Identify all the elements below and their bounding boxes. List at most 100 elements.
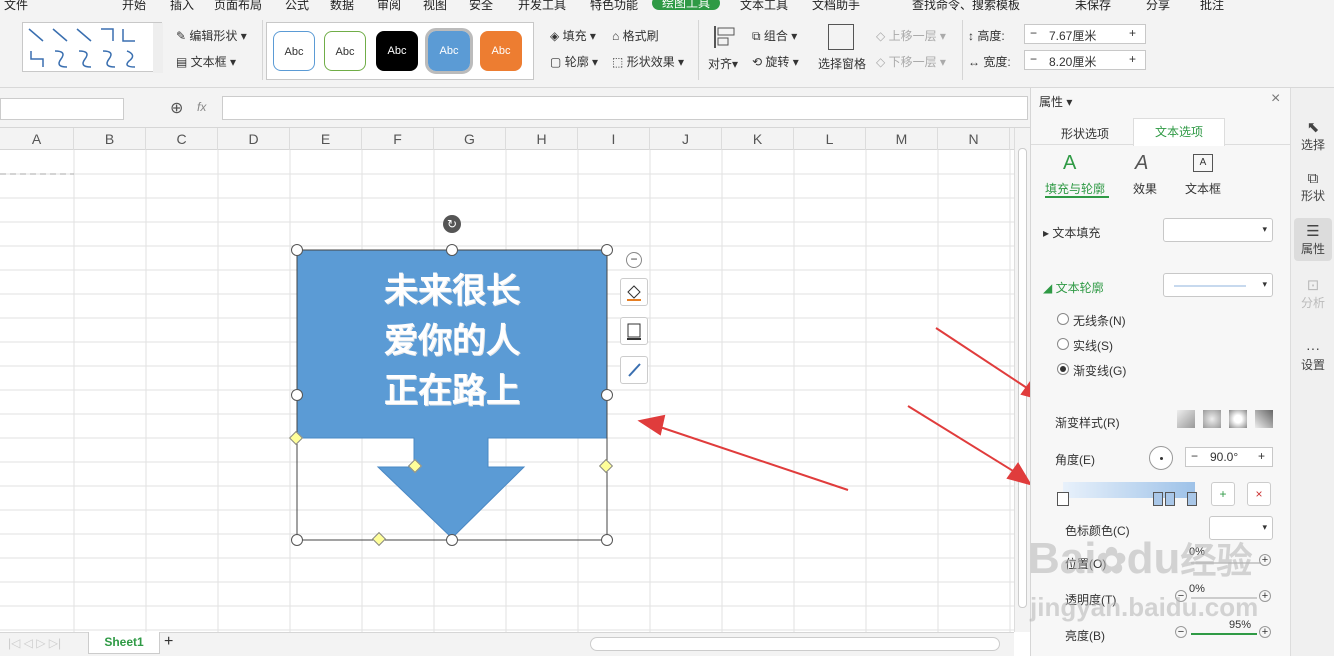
sidebar-properties[interactable]: ☰ 属性 (1294, 218, 1332, 261)
sheet-nav-arrows-icon[interactable]: |◁ ◁ ▷ ▷| (8, 636, 61, 650)
angle-stepper[interactable]: − 90.0° + (1185, 447, 1273, 467)
name-box[interactable] (0, 98, 124, 120)
radio-gradient-line[interactable] (1057, 363, 1069, 375)
gradient-stop[interactable] (1165, 492, 1175, 506)
column-header[interactable]: F (362, 128, 434, 150)
menu-item-doc-assistant[interactable]: 文档助手 (812, 0, 860, 13)
bring-forward-button[interactable]: ◇ 上移一层 ▾ (876, 27, 946, 44)
unsaved-status[interactable]: 未保存 (1075, 0, 1111, 13)
gradient-rect-icon[interactable] (1229, 410, 1247, 428)
gradient-stop[interactable] (1187, 492, 1197, 506)
resize-handle[interactable] (291, 534, 303, 546)
gradient-stop[interactable] (1153, 492, 1163, 506)
height-stepper[interactable]: − 7.67厘米 + (1024, 24, 1146, 44)
text-fill-dropdown[interactable]: ▾ (1163, 218, 1273, 242)
outline-button[interactable]: ▢ 轮廓 ▾ (550, 53, 598, 70)
menu-item-security[interactable]: 安全 (469, 0, 493, 13)
tab-shape-options[interactable]: 形状选项 (1061, 125, 1109, 142)
group-button[interactable]: ⧉ 组合 ▾ (752, 27, 797, 44)
column-header[interactable]: M (866, 128, 938, 150)
width-input[interactable]: 8.20厘米 (1049, 53, 1096, 70)
shape-gallery[interactable] (22, 22, 163, 73)
add-sheet-button[interactable]: + (164, 633, 173, 651)
height-increase-button[interactable]: + (1129, 26, 1136, 40)
style-fill-orange[interactable]: Abc (480, 31, 522, 71)
resize-handle[interactable] (601, 389, 613, 401)
resize-handle[interactable] (291, 389, 303, 401)
send-backward-button[interactable]: ◇ 下移一层 ▾ (876, 53, 946, 70)
style-outline-blue[interactable]: Abc (273, 31, 315, 71)
transparency-increase-button[interactable]: + (1259, 590, 1271, 602)
menu-item-layout[interactable]: 页面布局 (214, 0, 262, 13)
text-fill-section[interactable]: ▸ 文本填充 (1043, 224, 1100, 241)
fx-icon[interactable]: fx (197, 100, 206, 114)
column-header[interactable]: I (578, 128, 650, 150)
menu-item-view[interactable]: 视图 (423, 0, 447, 13)
sidebar-settings[interactable]: ··· 设置 (1291, 340, 1334, 373)
angle-dial-icon[interactable] (1149, 446, 1173, 470)
horizontal-scrollbar[interactable] (590, 637, 1000, 651)
shape-effects-button[interactable]: ⬚ 形状效果 ▾ (612, 53, 684, 70)
resize-handle[interactable] (446, 534, 458, 546)
column-header[interactable]: J (650, 128, 722, 150)
brightness-slider[interactable] (1191, 633, 1257, 635)
menu-item-data[interactable]: 数据 (330, 0, 354, 13)
remove-stop-icon[interactable]: × (1247, 482, 1271, 506)
share-button[interactable]: 分享 (1146, 0, 1170, 13)
subtab-textbox[interactable]: 文本框 (1185, 180, 1221, 197)
column-header[interactable]: H (506, 128, 578, 150)
collapse-icon[interactable]: − (626, 252, 642, 268)
column-header[interactable]: G (434, 128, 506, 150)
radio-solid-line[interactable] (1057, 338, 1069, 350)
format-painter-button[interactable]: ⌂ 格式刷 (612, 27, 659, 44)
text-outline-dropdown[interactable]: ▾ (1163, 273, 1273, 297)
quick-fill-icon[interactable] (620, 278, 648, 306)
column-header[interactable]: A (0, 128, 74, 150)
menu-item-insert[interactable]: 插入 (170, 0, 194, 13)
zoom-icon[interactable]: ⊕ (170, 98, 183, 118)
subtab-effects[interactable]: 效果 (1133, 180, 1157, 197)
width-stepper[interactable]: − 8.20厘米 + (1024, 50, 1146, 70)
angle-increase-button[interactable]: + (1258, 449, 1265, 463)
column-header[interactable]: N (938, 128, 1010, 150)
width-increase-button[interactable]: + (1129, 52, 1136, 66)
tab-text-options[interactable]: 文本选项 (1133, 118, 1225, 146)
add-stop-icon[interactable]: + (1211, 482, 1235, 506)
menu-item-developer[interactable]: 开发工具 (518, 0, 566, 13)
resize-handle[interactable] (601, 534, 613, 546)
selection-pane-button[interactable]: 选择窗格 (818, 55, 866, 72)
resize-handle[interactable] (601, 244, 613, 256)
sidebar-shape[interactable]: ⧉ 形状 (1291, 170, 1334, 204)
style-outline-green[interactable]: Abc (324, 31, 366, 71)
style-fill-black[interactable]: Abc (376, 31, 418, 71)
style-fill-blue[interactable]: Abc (425, 28, 473, 74)
position-increase-button[interactable]: + (1259, 554, 1271, 566)
menu-tab-drawing-tools[interactable]: 绘图工具 (652, 0, 721, 10)
resize-handle[interactable] (446, 244, 458, 256)
pane-title[interactable]: 属性 ▾ (1039, 93, 1072, 110)
close-icon[interactable]: × (1271, 90, 1280, 108)
column-header[interactable]: L (794, 128, 866, 150)
sidebar-analyze[interactable]: ⊡ 分析 (1291, 276, 1334, 311)
gradient-radial-icon[interactable] (1203, 410, 1221, 428)
comment-button[interactable]: 批注 (1200, 0, 1224, 13)
column-header[interactable]: B (74, 128, 146, 150)
menu-item-home[interactable]: 开始 (122, 0, 146, 13)
formula-input[interactable] (222, 96, 1028, 120)
column-header[interactable]: K (722, 128, 794, 150)
menu-item-features[interactable]: 特色功能 (590, 0, 638, 13)
align-button[interactable]: 对齐▾ (708, 55, 738, 72)
angle-input[interactable]: 90.0° (1210, 450, 1238, 464)
gradient-stop[interactable] (1057, 492, 1069, 506)
gradient-bar[interactable] (1063, 482, 1195, 498)
resize-handle[interactable] (291, 244, 303, 256)
text-outline-section[interactable]: ◢ 文本轮廓 (1043, 279, 1104, 296)
search-command[interactable]: 查找命令、搜索模板 (912, 0, 1020, 13)
height-input[interactable]: 7.67厘米 (1049, 27, 1096, 44)
sheet-tab-sheet1[interactable]: Sheet1 (88, 632, 160, 654)
textbox-button[interactable]: ▤ 文本框 ▾ (176, 53, 236, 70)
fill-button[interactable]: ◈ 填充 ▾ (550, 27, 596, 44)
gradient-path-icon[interactable] (1255, 410, 1273, 428)
column-header[interactable]: D (218, 128, 290, 150)
angle-decrease-button[interactable]: − (1191, 449, 1198, 463)
